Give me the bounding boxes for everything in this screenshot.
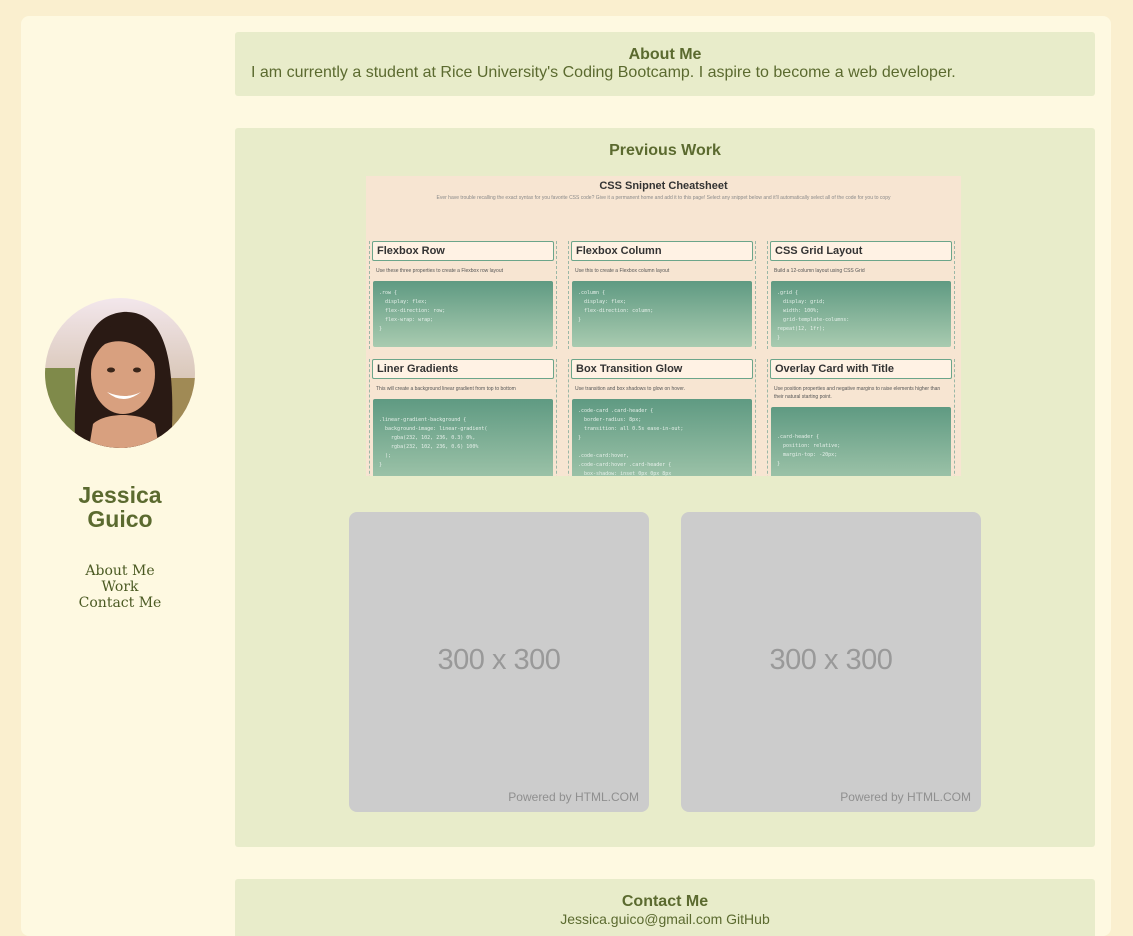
work-section: Previous Work CSS Snipnet Cheatsheet Eve… (235, 128, 1095, 847)
snippet-card-title: Flexbox Row (372, 241, 554, 261)
snippet-card: Box Transition Glow Use transition and b… (568, 359, 756, 476)
profile-last-name: Guico (87, 506, 153, 532)
about-section: About Me I am currently a student at Ric… (235, 32, 1095, 96)
profile-name: Jessica Guico (21, 483, 219, 531)
contact-section: Contact Me Jessica.guico@gmail.com GitHu… (235, 879, 1095, 936)
snippet-card-code: .card-header { position: relative; margi… (771, 407, 951, 476)
placeholder-footer: Powered by HTML.COM (840, 790, 971, 804)
cheatsheet-preview[interactable]: CSS Snipnet Cheatsheet Ever have trouble… (366, 176, 961, 476)
contact-text[interactable]: Jessica.guico@gmail.com GitHub (235, 911, 1095, 927)
snippet-card: CSS Grid Layout Build a 12-column layout… (767, 241, 955, 349)
snippet-card-desc: Use transition and box shadows to glow o… (575, 386, 686, 392)
placeholder-image[interactable]: 300 x 300 Powered by HTML.COM (349, 512, 649, 812)
snippet-card-code: .row { display: flex; flex-direction: ro… (373, 281, 553, 347)
placeholder-label: 300 x 300 (769, 644, 893, 676)
snippet-card: Liner Gradients This will create a backg… (369, 359, 557, 476)
snippet-card-desc: Use this to create a Flexbox column layo… (575, 268, 670, 274)
nav-contact-me[interactable]: Contact Me (21, 595, 219, 611)
placeholder-label: 300 x 300 (437, 644, 561, 676)
snippet-card: Flexbox Row Use these three properties t… (369, 241, 557, 349)
placeholder-image[interactable]: 300 x 300 Powered by HTML.COM (681, 512, 981, 812)
snippet-card-desc: This will create a background linear gra… (376, 386, 516, 392)
placeholder-footer: Powered by HTML.COM (508, 790, 639, 804)
profile-first-name: Jessica (78, 482, 162, 508)
avatar (45, 298, 195, 448)
snippet-card-code: .grid { display: grid; width: 100%; grid… (771, 281, 951, 347)
nav-about-me[interactable]: About Me (21, 563, 219, 579)
cheatsheet-subtitle: Ever have trouble recalling the exact sy… (436, 195, 891, 201)
snippet-card-title: Liner Gradients (372, 359, 554, 379)
profile-photo (45, 298, 195, 448)
snippet-card-desc: Use position properties and negative mar… (774, 386, 941, 400)
about-title: About Me (628, 46, 702, 63)
sidebar: Jessica Guico About Me Work Contact Me (21, 16, 219, 936)
snippet-card-code: .column { display: flex; flex-direction:… (572, 281, 752, 347)
nav-work[interactable]: Work (21, 579, 219, 595)
about-text: I am currently a student at Rice Univers… (251, 64, 956, 81)
snippet-card: Flexbox Column Use this to create a Flex… (568, 241, 756, 349)
sidebar-nav: About Me Work Contact Me (21, 563, 219, 611)
snippet-card-title: Flexbox Column (571, 241, 753, 261)
page-container: Jessica Guico About Me Work Contact Me A… (21, 16, 1111, 936)
snippet-card: Overlay Card with Title Use position pro… (767, 359, 955, 476)
contact-title: Contact Me (621, 893, 709, 910)
snippet-card-code: .code-card .card-header { border-radius:… (572, 399, 752, 476)
work-title: Previous Work (609, 142, 721, 159)
cheatsheet-title: CSS Snipnet Cheatsheet (599, 180, 728, 192)
snippet-card-code: .linear-gradient-background { background… (373, 399, 553, 476)
snippet-card-title: Box Transition Glow (571, 359, 753, 379)
snippet-card-title: Overlay Card with Title (770, 359, 952, 379)
snippet-card-title: CSS Grid Layout (770, 241, 952, 261)
snippet-card-desc: Build a 12-column layout using CSS Grid (774, 268, 865, 274)
snippet-card-desc: Use these three properties to create a F… (376, 268, 504, 274)
